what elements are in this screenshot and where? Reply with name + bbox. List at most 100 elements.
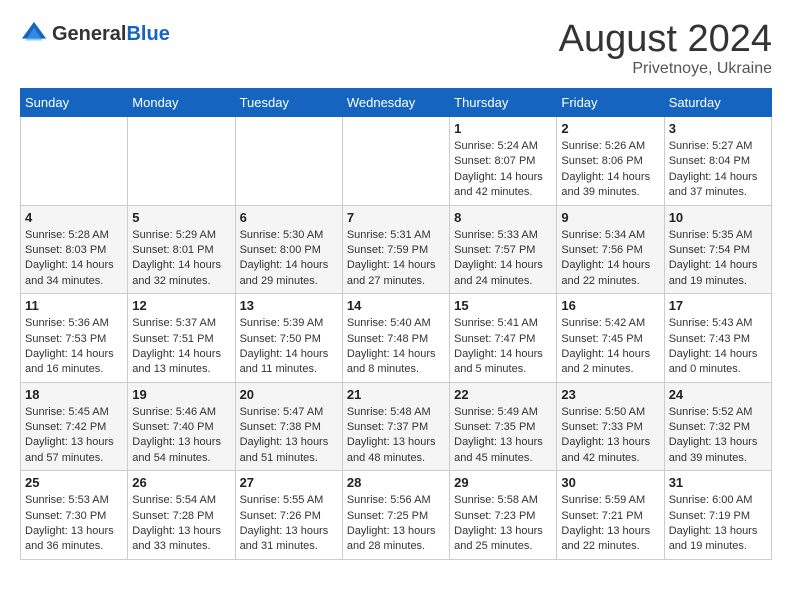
day-info: Sunrise: 5:24 AM Sunset: 8:07 PM Dayligh… [454, 139, 552, 201]
day-info: Sunrise: 5:36 AM Sunset: 7:53 PM Dayligh… [25, 316, 123, 378]
day-info: Sunrise: 5:35 AM Sunset: 7:54 PM Dayligh… [669, 228, 767, 290]
table-row: 1 Sunrise: 5:24 AM Sunset: 8:07 PM Daylig… [450, 117, 557, 206]
table-row: 27 Sunrise: 5:55 AM Sunset: 7:26 PM Dayli… [235, 471, 342, 560]
day-number: 7 [347, 210, 445, 225]
day-info: Sunrise: 5:45 AM Sunset: 7:42 PM Dayligh… [25, 405, 123, 467]
table-row: 31Sunrise: 6:00 AM Sunset: 7:19 PM Dayli… [664, 471, 771, 560]
header-saturday: Saturday [664, 89, 771, 117]
day-number: 6 [240, 210, 338, 225]
day-info: Sunrise: 5:28 AM Sunset: 8:03 PM Dayligh… [25, 228, 123, 290]
day-number: 25 [25, 475, 123, 490]
table-row [21, 117, 128, 206]
table-row: 13 Sunrise: 5:39 AM Sunset: 7:50 PM Dayli… [235, 294, 342, 383]
page-header: GeneralBlue August 2024 Privetnoye, Ukra… [20, 20, 772, 78]
day-info: Sunrise: 5:46 AM Sunset: 7:40 PM Dayligh… [132, 405, 230, 467]
calendar-table: Sunday Monday Tuesday Wednesday Thursday… [20, 88, 772, 560]
table-row: 25 Sunrise: 5:53 AM Sunset: 7:30 PM Dayli… [21, 471, 128, 560]
day-info: Sunrise: 5:40 AM Sunset: 7:48 PM Dayligh… [347, 316, 445, 378]
day-number: 9 [561, 210, 659, 225]
header-sunday: Sunday [21, 89, 128, 117]
table-row [342, 117, 449, 206]
table-row: 23Sunrise: 5:50 AM Sunset: 7:33 PM Dayli… [557, 382, 664, 471]
table-row: 4 Sunrise: 5:28 AM Sunset: 8:03 PM Daylig… [21, 205, 128, 294]
day-number: 4 [25, 210, 123, 225]
day-number: 3 [669, 121, 767, 136]
table-row: 16 Sunrise: 5:42 AM Sunset: 7:45 PM Dayli… [557, 294, 664, 383]
title-block: August 2024 Privetnoye, Ukraine [559, 20, 772, 78]
day-number: 21 [347, 387, 445, 402]
day-number: 15 [454, 298, 552, 313]
week-row-5: 25 Sunrise: 5:53 AM Sunset: 7:30 PM Dayli… [21, 471, 772, 560]
table-row: 30 Sunrise: 5:59 AM Sunset: 7:21 PM Dayli… [557, 471, 664, 560]
day-number: 20 [240, 387, 338, 402]
table-row: 28 Sunrise: 5:56 AM Sunset: 7:25 PM Dayli… [342, 471, 449, 560]
logo-icon [20, 20, 48, 48]
table-row: 15 Sunrise: 5:41 AM Sunset: 7:47 PM Dayli… [450, 294, 557, 383]
logo-blue-text: Blue [126, 23, 169, 45]
day-number: 30 [561, 475, 659, 490]
day-number: 28 [347, 475, 445, 490]
table-row: 29Sunrise: 5:58 AM Sunset: 7:23 PM Dayli… [450, 471, 557, 560]
week-row-1: 1 Sunrise: 5:24 AM Sunset: 8:07 PM Daylig… [21, 117, 772, 206]
day-info: Sunrise: 5:59 AM Sunset: 7:21 PM Dayligh… [561, 493, 659, 555]
week-row-3: 11 Sunrise: 5:36 AM Sunset: 7:53 PM Dayli… [21, 294, 772, 383]
location: Privetnoye, Ukraine [559, 60, 772, 78]
day-info: Sunrise: 5:34 AM Sunset: 7:56 PM Dayligh… [561, 228, 659, 290]
day-number: 10 [669, 210, 767, 225]
header-monday: Monday [128, 89, 235, 117]
table-row: 18Sunrise: 5:45 AM Sunset: 7:42 PM Dayli… [21, 382, 128, 471]
table-row [128, 117, 235, 206]
day-number: 24 [669, 387, 767, 402]
day-info: Sunrise: 5:43 AM Sunset: 7:43 PM Dayligh… [669, 316, 767, 378]
day-info: Sunrise: 5:26 AM Sunset: 8:06 PM Dayligh… [561, 139, 659, 201]
header-wednesday: Wednesday [342, 89, 449, 117]
weekday-header-row: Sunday Monday Tuesday Wednesday Thursday… [21, 89, 772, 117]
day-number: 16 [561, 298, 659, 313]
day-number: 11 [25, 298, 123, 313]
day-number: 31 [669, 475, 767, 490]
day-number: 22 [454, 387, 552, 402]
table-row: 11 Sunrise: 5:36 AM Sunset: 7:53 PM Dayli… [21, 294, 128, 383]
day-info: Sunrise: 5:55 AM Sunset: 7:26 PM Dayligh… [240, 493, 338, 555]
day-info: Sunrise: 5:39 AM Sunset: 7:50 PM Dayligh… [240, 316, 338, 378]
day-info: Sunrise: 5:31 AM Sunset: 7:59 PM Dayligh… [347, 228, 445, 290]
table-row: 26Sunrise: 5:54 AM Sunset: 7:28 PM Dayli… [128, 471, 235, 560]
table-row: 20 Sunrise: 5:47 AM Sunset: 7:38 PM Dayli… [235, 382, 342, 471]
day-number: 27 [240, 475, 338, 490]
day-number: 29 [454, 475, 552, 490]
header-tuesday: Tuesday [235, 89, 342, 117]
table-row: 9 Sunrise: 5:34 AM Sunset: 7:56 PM Daylig… [557, 205, 664, 294]
table-row: 19Sunrise: 5:46 AM Sunset: 7:40 PM Dayli… [128, 382, 235, 471]
day-number: 13 [240, 298, 338, 313]
table-row: 3 Sunrise: 5:27 AM Sunset: 8:04 PM Daylig… [664, 117, 771, 206]
table-row: 8Sunrise: 5:33 AM Sunset: 7:57 PM Daylig… [450, 205, 557, 294]
table-row: 14 Sunrise: 5:40 AM Sunset: 7:48 PM Dayli… [342, 294, 449, 383]
day-info: Sunrise: 5:33 AM Sunset: 7:57 PM Dayligh… [454, 228, 552, 290]
month-title: August 2024 [559, 20, 772, 58]
header-thursday: Thursday [450, 89, 557, 117]
day-info: Sunrise: 5:52 AM Sunset: 7:32 PM Dayligh… [669, 405, 767, 467]
table-row: 5Sunrise: 5:29 AM Sunset: 8:01 PM Daylig… [128, 205, 235, 294]
day-info: Sunrise: 5:37 AM Sunset: 7:51 PM Dayligh… [132, 316, 230, 378]
day-info: Sunrise: 5:27 AM Sunset: 8:04 PM Dayligh… [669, 139, 767, 201]
day-number: 12 [132, 298, 230, 313]
table-row: 21Sunrise: 5:48 AM Sunset: 7:37 PM Dayli… [342, 382, 449, 471]
logo-general-text: General [52, 23, 126, 45]
logo: GeneralBlue [20, 20, 170, 48]
week-row-4: 18Sunrise: 5:45 AM Sunset: 7:42 PM Dayli… [21, 382, 772, 471]
day-number: 1 [454, 121, 552, 136]
table-row: 24 Sunrise: 5:52 AM Sunset: 7:32 PM Dayli… [664, 382, 771, 471]
day-info: Sunrise: 5:53 AM Sunset: 7:30 PM Dayligh… [25, 493, 123, 555]
day-info: Sunrise: 5:30 AM Sunset: 8:00 PM Dayligh… [240, 228, 338, 290]
day-info: Sunrise: 5:56 AM Sunset: 7:25 PM Dayligh… [347, 493, 445, 555]
table-row: 7 Sunrise: 5:31 AM Sunset: 7:59 PM Daylig… [342, 205, 449, 294]
day-info: Sunrise: 5:42 AM Sunset: 7:45 PM Dayligh… [561, 316, 659, 378]
day-info: Sunrise: 5:47 AM Sunset: 7:38 PM Dayligh… [240, 405, 338, 467]
table-row: 22Sunrise: 5:49 AM Sunset: 7:35 PM Dayli… [450, 382, 557, 471]
table-row: 10 Sunrise: 5:35 AM Sunset: 7:54 PM Dayli… [664, 205, 771, 294]
table-row: 17Sunrise: 5:43 AM Sunset: 7:43 PM Dayli… [664, 294, 771, 383]
day-info: Sunrise: 5:41 AM Sunset: 7:47 PM Dayligh… [454, 316, 552, 378]
day-number: 5 [132, 210, 230, 225]
day-number: 14 [347, 298, 445, 313]
day-info: Sunrise: 5:50 AM Sunset: 7:33 PM Dayligh… [561, 405, 659, 467]
